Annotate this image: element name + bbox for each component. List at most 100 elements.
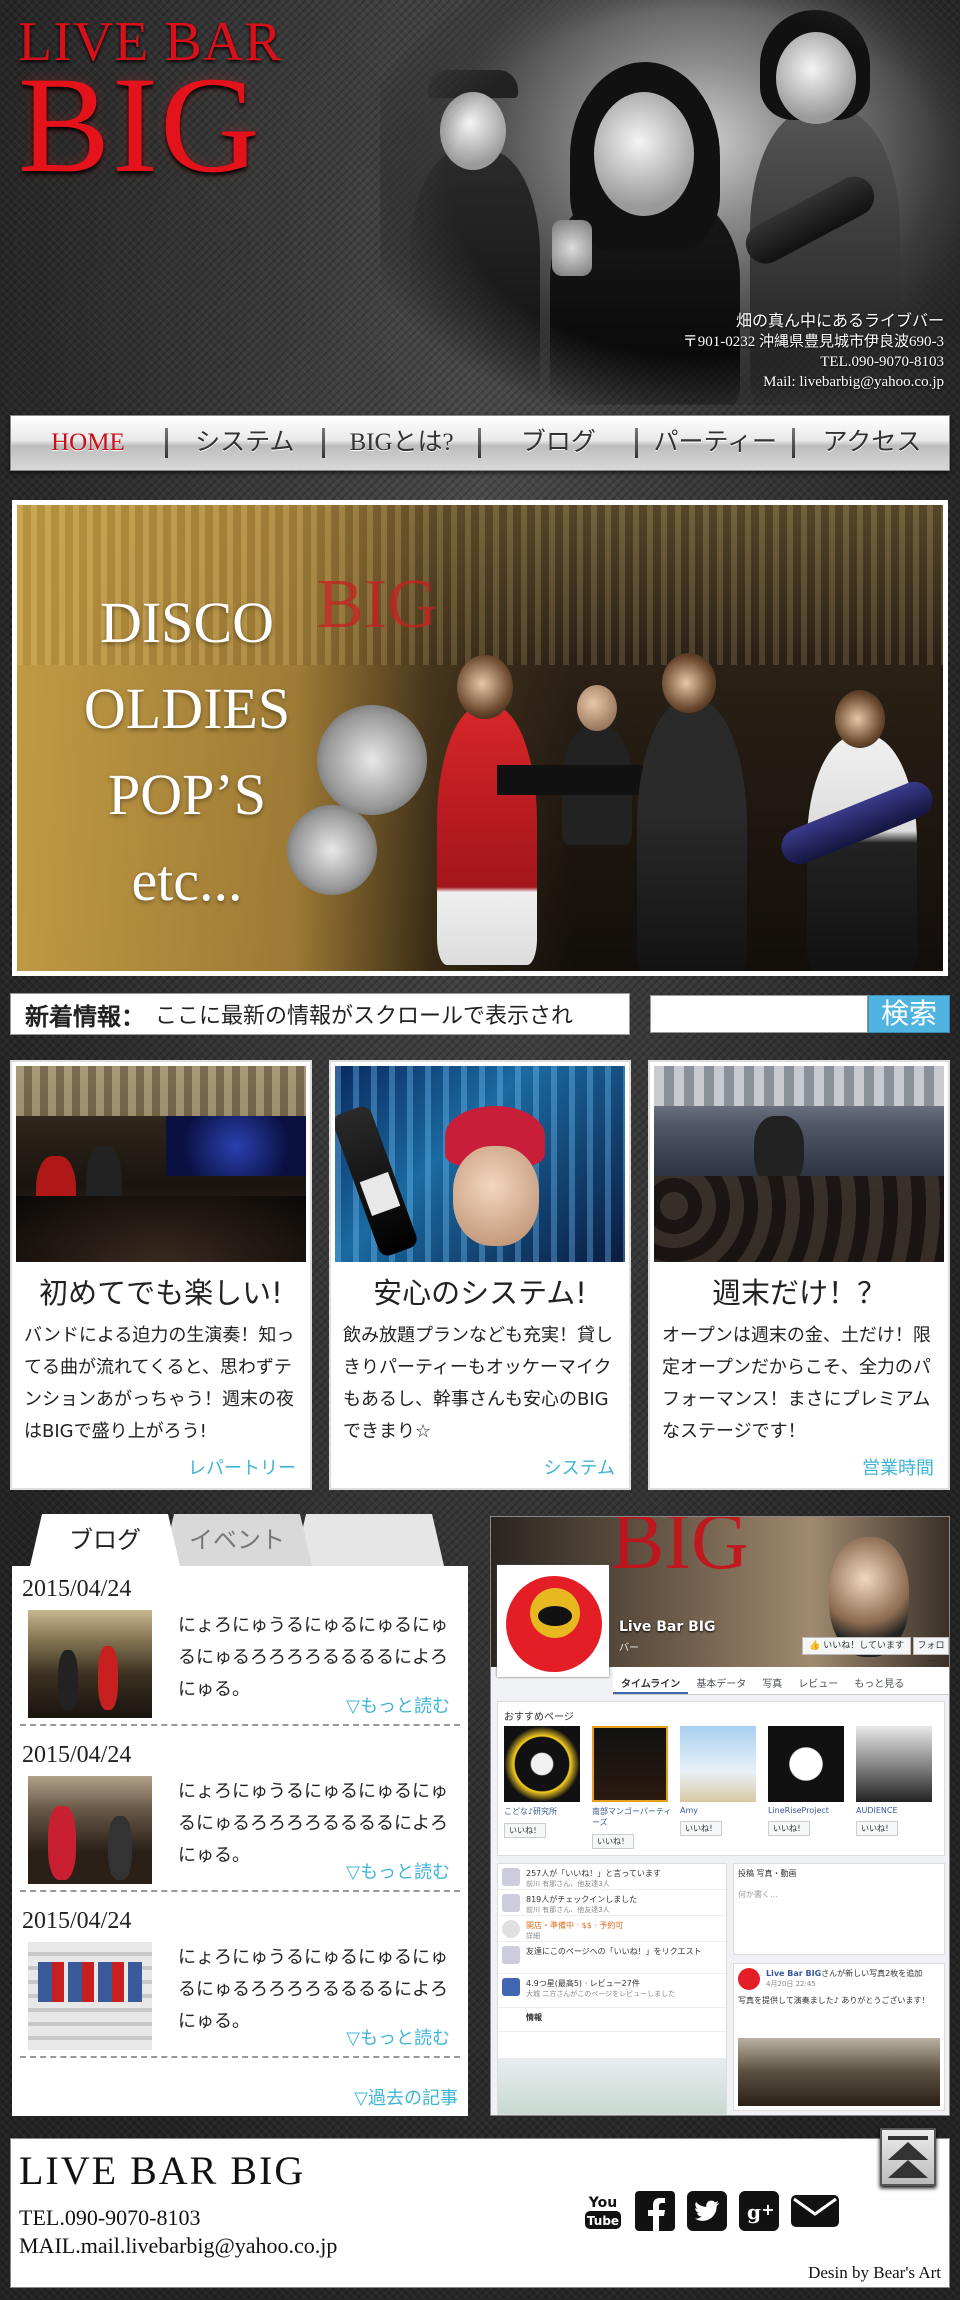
checkin-icon [502, 1894, 520, 1912]
post-photo[interactable] [738, 2038, 940, 2106]
site-header: LIVE BAR BIG 畑の真ん中にあるライブバー 〒901-0232 沖縄県… [0, 0, 960, 410]
feature-card: 初めてでも楽しい! バンドによる迫力の生演奏！知ってる曲が流れてくると、思わずテ… [10, 1060, 312, 1490]
recommended-like-button[interactable]: いいね！ [592, 1834, 634, 1849]
post-avatar [738, 1968, 760, 1990]
facebook-like-button[interactable]: 👍 いいね！しています [802, 1637, 911, 1655]
facebook-profile-picture[interactable] [497, 1565, 609, 1677]
recommended-page-name: 南部マンゴーパーティーズ [592, 1807, 672, 1827]
nav-item-party[interactable]: パーティー [638, 415, 792, 471]
footer-credit: Desin by Bear's Art [808, 2263, 941, 2282]
twitter-icon[interactable] [685, 2189, 729, 2233]
blog-list: 2015/04/24 にょろにゅうるにゅるにゅるにゅるにゅるろろろろるるるるによ… [12, 1566, 468, 2116]
fb-tab-timeline[interactable]: タイムライン [613, 1667, 689, 1694]
recommended-page[interactable]: Amy いいね！ [680, 1726, 760, 1846]
footer-mail[interactable]: MAIL.mail.livebarbig@yahoo.co.jp [19, 2233, 337, 2259]
facebook-compose-box[interactable]: 投稿 写真・動画 何か書く... [733, 1863, 945, 1955]
fb-info-row[interactable]: 情報 [498, 2008, 726, 2032]
singer-man [637, 700, 747, 971]
header-address: 〒901-0232 沖縄県豊見城市伊良波690-3 [682, 334, 944, 350]
recommended-page[interactable]: 南部マンゴーパーティーズ いいね！ [592, 1726, 672, 1849]
fb-info-row[interactable]: 友達にこのページへの「いいね！」をリクエスト [498, 1942, 726, 1974]
main-nav: HOME システム BIGとは? ブログ パーティー アクセス [10, 415, 950, 471]
card-photo-party [16, 1066, 306, 1262]
tab-blog[interactable]: ブログ [30, 1514, 180, 1566]
fb-info-row: 257人が「いいね！」と言っています 前川 有那さん、他友達3人 [498, 1864, 726, 1890]
recommended-like-button[interactable]: いいね！ [856, 1821, 898, 1836]
read-more-link[interactable]: ▽もっと読む [346, 2024, 450, 2050]
fb-tab-reviews[interactable]: レビュー [790, 1667, 846, 1694]
compose-placeholder: 何か書く... [738, 1890, 778, 1899]
facebook-feed: 投稿 写真・動画 何か書く... Live Bar BIGさんが新しい写真2枚を… [733, 1863, 945, 2115]
nav-item-access[interactable]: アクセス [795, 415, 949, 471]
card-link-repertoire[interactable]: レパートリー [188, 1454, 296, 1480]
header-tel: TEL.090-9070-8103 [820, 354, 944, 370]
google-plus-icon[interactable]: g + [737, 2189, 781, 2233]
header-mail[interactable]: Mail: livebarbig@yahoo.co.jp [683, 372, 944, 392]
news-text[interactable]: ここに最新の情報がスクロールで表示され [155, 998, 573, 1030]
banner-line2: OLDIES [83, 676, 291, 741]
card-title: 初めてでも楽しい! [39, 1276, 283, 1310]
recommended-like-button[interactable]: いいね！ [768, 1821, 810, 1836]
recommended-page-name: こどな♪研究所 [504, 1807, 557, 1816]
back-to-top-button[interactable] [880, 2128, 936, 2186]
card-body: 飲み放題プランなども充実！貸しきりパーティーもオッケーマイクもあるし、幹事さんも… [343, 1325, 613, 1442]
fb-tab-photos[interactable]: 写真 [754, 1667, 790, 1694]
past-posts-link[interactable]: ▽過去の記事 [354, 2084, 458, 2110]
post-date: 2015/04/24 [22, 1908, 132, 1934]
read-more-link[interactable]: ▽もっと読む [346, 1692, 450, 1718]
fb-map[interactable] [498, 2058, 726, 2114]
recommended-page[interactable]: LineRiseProject いいね！ [768, 1726, 848, 1846]
facebook-page-name[interactable]: Live Bar BIG [619, 1619, 715, 1635]
likes-icon [502, 1868, 520, 1886]
blog-post: 2015/04/24 にょろにゅうるにゅるにゅるにゅるにゅるろろろろるるるるによ… [20, 1566, 460, 1726]
blog-tabs: イベント ブログ [12, 1514, 472, 1566]
facebook-recommended-pages: おすすめページ こどな♪研究所 いいね！ 南部マンゴーパーティーズ いいね！ A… [497, 1701, 945, 1856]
youtube-icon[interactable]: You Tube [581, 2189, 625, 2233]
mail-icon[interactable] [789, 2189, 841, 2233]
recommended-page-name: Amy [680, 1806, 698, 1815]
banner-line3: POP’S [108, 762, 266, 827]
search-button[interactable]: 検索 [868, 995, 950, 1033]
clock-icon [502, 1920, 520, 1938]
post-thumbnail[interactable] [28, 1942, 152, 2050]
fb-tab-about[interactable]: 基本データ [688, 1667, 754, 1694]
recommended-like-button[interactable]: いいね！ [504, 1823, 546, 1838]
banner-line1: DISCO [99, 590, 275, 655]
fb-info-row: 4.9つ星(最高5) · レビュー27件 大城 二方さんがこのページをレビューしま… [498, 1974, 726, 2008]
rating-icon [502, 1978, 520, 1996]
nav-item-system[interactable]: システム [168, 415, 322, 471]
facebook-icon[interactable] [633, 2189, 677, 2233]
card-link-system[interactable]: システム [544, 1454, 615, 1480]
card-link-hours[interactable]: 営業時間 [862, 1454, 934, 1480]
header-contact: 畑の真ん中にあるライブバー 〒901-0232 沖縄県豊見城市伊良波690-3 … [683, 312, 944, 392]
read-more-link[interactable]: ▽もっと読む [346, 1858, 450, 1884]
facebook-page-category: バー [619, 1643, 639, 1654]
recommended-page[interactable]: こどな♪研究所 いいね！ [504, 1726, 584, 1846]
nav-item-about[interactable]: BIGとは? [325, 415, 479, 471]
facebook-follow-button[interactable]: フォロー [913, 1637, 949, 1667]
site-footer: LIVE BAR BIG TEL.090-9070-8103 MAIL.mail… [10, 2138, 950, 2288]
post-thumbnail[interactable] [28, 1610, 152, 1718]
news-label: 新着情報： [25, 1002, 145, 1031]
facebook-widget: BIG Live Bar BIG バー 👍 いいね！しています フォロー タイム… [490, 1516, 950, 2116]
site-logo[interactable]: LIVE BAR BIG [18, 14, 328, 194]
post-author[interactable]: Live Bar BIG [766, 1969, 821, 1978]
recommended-page-name: LineRiseProject [768, 1806, 829, 1815]
fb-tab-more[interactable]: もっと見る [846, 1667, 912, 1694]
recommended-like-button[interactable]: いいね！ [680, 1821, 722, 1836]
tab-event[interactable]: イベント [162, 1514, 312, 1566]
svg-text:Tube: Tube [587, 2214, 619, 2228]
post-thumbnail[interactable] [28, 1776, 152, 1884]
nav-item-blog[interactable]: ブログ [481, 415, 635, 471]
svg-text:+: + [761, 2200, 774, 2219]
search-input[interactable] [650, 995, 868, 1033]
recommended-page[interactable]: AUDIENCE いいね！ [856, 1726, 936, 1846]
blog-post: 2015/04/24 にょろにゅうるにゅるにゅるにゅるにゅるろろろろるるるるによ… [20, 1898, 460, 2058]
header-tagline: 畑の真ん中にあるライブバー [735, 313, 944, 330]
post-time: 4月20日 22:45 [766, 1980, 816, 1988]
card-photo-crowd [654, 1066, 944, 1262]
nav-item-home[interactable]: HOME [11, 415, 165, 471]
card-body: オープンは週末の金、土だけ！限定オープンだからこそ、全力のパフォーマンス！まさに… [662, 1325, 931, 1442]
svg-text:g: g [747, 2200, 761, 2224]
singer-red-dress [437, 705, 537, 965]
